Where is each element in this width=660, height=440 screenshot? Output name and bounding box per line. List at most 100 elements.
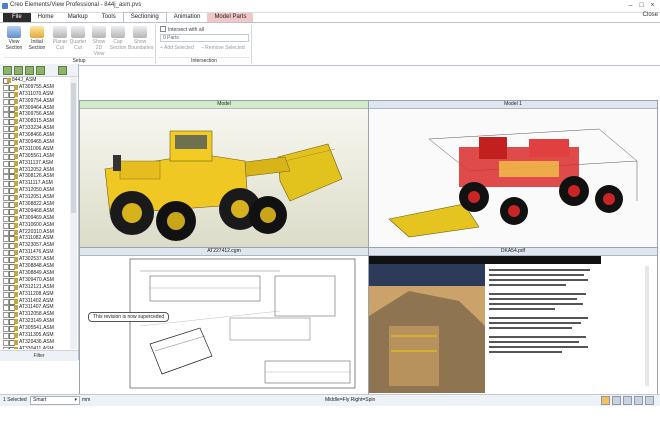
- remove-selected-label: Remove Selected: [205, 45, 245, 51]
- drawing-render[interactable]: This revision is now superceded: [80, 256, 368, 394]
- tree-item[interactable]: AT312050.ASM: [0, 187, 70, 195]
- tree-item[interactable]: AT308822.ASM: [0, 201, 70, 209]
- tree-item[interactable]: AT323149.ASM: [0, 318, 70, 326]
- collapse-icon[interactable]: [14, 66, 23, 75]
- tree-item[interactable]: AT311407.ASM: [0, 304, 70, 312]
- tree-item[interactable]: AT320436.ASM: [0, 339, 70, 346]
- tree-item[interactable]: AT220310.ASM: [0, 229, 70, 236]
- parts-field[interactable]: 0 Parts: [160, 34, 249, 42]
- viewport-model-1[interactable]: Model 1: [368, 100, 658, 248]
- fullscreen-icon[interactable]: [645, 396, 654, 405]
- tree-item[interactable]: AT311476.ASM: [0, 249, 70, 257]
- tree-root[interactable]: 844J_ASM: [0, 77, 70, 84]
- text-line: [489, 327, 572, 329]
- tree-item[interactable]: AT311070.ASM: [0, 91, 70, 98]
- tab-model-parts[interactable]: Model Parts: [207, 13, 254, 22]
- tree-item[interactable]: AT312051.ASM: [0, 194, 70, 202]
- viewport-model[interactable]: Model: [79, 100, 369, 248]
- cap-section-icon: [111, 26, 125, 38]
- tree-item-label: AT308126.ASM: [19, 173, 54, 180]
- tree-item[interactable]: AT305561.ASM: [0, 153, 70, 160]
- layout-single-icon[interactable]: [601, 396, 610, 405]
- tree-scrollbar[interactable]: [70, 77, 77, 349]
- tree-item[interactable]: AT308315.ASM: [0, 118, 70, 126]
- tab-file[interactable]: File: [3, 13, 31, 22]
- tab-tools[interactable]: Tools: [95, 13, 123, 22]
- show-2d-view-button[interactable]: Show 2D View: [90, 26, 108, 57]
- tree-item[interactable]: AT309470.ASM: [0, 277, 70, 284]
- minimize-button[interactable]: –: [625, 1, 636, 10]
- tab-markup[interactable]: Markup: [61, 13, 95, 22]
- tree-item[interactable]: AT309469.ASM: [0, 215, 70, 222]
- tree-item[interactable]: AT308849.ASM: [0, 270, 70, 277]
- document-scrollbar[interactable]: [645, 266, 649, 386]
- tree-item[interactable]: AT333234.ASM: [0, 125, 70, 133]
- planar-cut-icon: [53, 26, 67, 38]
- assembly-icon: [14, 160, 18, 166]
- tree-item[interactable]: AT311208.ASM: [0, 291, 70, 298]
- tree-item[interactable]: AT309464.ASM: [0, 105, 70, 112]
- tree-item[interactable]: AT311402.ASM: [0, 298, 70, 305]
- cap-section-button[interactable]: Cap Section: [109, 26, 127, 51]
- maximize-button[interactable]: □: [636, 1, 647, 10]
- model-tree[interactable]: 844J_ASM AT309755.ASM AT311070.ASM AT30975…: [0, 77, 70, 349]
- tree-item[interactable]: AT308466.ASM: [0, 132, 70, 140]
- assembly-icon: [14, 105, 18, 111]
- tree-item[interactable]: AT311082.ASM: [0, 235, 70, 243]
- model-render[interactable]: [80, 109, 368, 247]
- view-section-button[interactable]: View Section: [4, 26, 24, 51]
- tree-item[interactable]: AT309756.ASM: [0, 111, 70, 119]
- planar-cut-button[interactable]: Planar Cut: [52, 26, 68, 51]
- expand-icon[interactable]: [3, 66, 12, 75]
- tree-item[interactable]: AT312121.ASM: [0, 284, 70, 291]
- tree-item[interactable]: AT308126.ASM: [0, 173, 70, 181]
- tree-item[interactable]: AT330411.ASM: [0, 346, 70, 349]
- tree-item[interactable]: AT309468.ASM: [0, 208, 70, 215]
- show-boundaries-button[interactable]: Show Boundaries: [128, 26, 153, 51]
- tree-item[interactable]: AT311137.ASM: [0, 160, 70, 167]
- remove-selected-button[interactable]: – Remove Selected: [201, 45, 245, 51]
- filter-icon[interactable]: [25, 66, 34, 75]
- intersect-with-all-checkbox[interactable]: Intersect with all: [160, 26, 204, 33]
- text-line: [489, 322, 582, 324]
- tree-item[interactable]: AT305541.ASM: [0, 325, 70, 333]
- filter-label[interactable]: Filter: [0, 350, 78, 361]
- assembly-icon: [7, 78, 11, 83]
- tree-item[interactable]: AT311305.ASM: [0, 332, 70, 339]
- viewport-document[interactable]: DKA54.pdf: [368, 247, 658, 395]
- model-1-render[interactable]: [369, 109, 657, 247]
- assembly-icon: [14, 174, 18, 180]
- quarter-cut-button[interactable]: Quarter Cut: [69, 26, 87, 51]
- scrollbar-thumb[interactable]: [71, 83, 76, 213]
- tree-item[interactable]: AT312058.ASM: [0, 311, 70, 319]
- find-icon[interactable]: [36, 66, 45, 75]
- add-selected-button[interactable]: + Add Selected: [160, 45, 194, 51]
- tab-home[interactable]: Home: [31, 13, 61, 22]
- tree-item[interactable]: AT323057.ASM: [0, 242, 70, 250]
- document-render[interactable]: [369, 256, 657, 394]
- layout-split-icon[interactable]: [612, 396, 621, 405]
- close-window-button[interactable]: ×: [647, 1, 658, 10]
- layout-quad-icon[interactable]: [623, 396, 632, 405]
- tree-item[interactable]: AT308848.ASM: [0, 263, 70, 271]
- layout-grid-icon[interactable]: [634, 396, 643, 405]
- tree-item[interactable]: AT311006.ASM: [0, 146, 70, 153]
- tree-item[interactable]: AT311117.ASM: [0, 180, 70, 188]
- exploded-model-image: [388, 128, 638, 238]
- selection-mode-dropdown[interactable]: Smart: [30, 396, 80, 405]
- assembly-icon: [14, 181, 18, 187]
- initial-section-button[interactable]: Initial Section: [26, 26, 48, 51]
- tab-sectioning[interactable]: Sectioning: [122, 12, 167, 22]
- tree-item[interactable]: AT309465.ASM: [0, 139, 70, 147]
- tree-item[interactable]: AT309755.ASM: [0, 84, 70, 91]
- tree-item[interactable]: AT310600.ASM: [0, 222, 70, 229]
- tab-animation[interactable]: Animation: [167, 13, 208, 22]
- tree-item[interactable]: AT312052.ASM: [0, 167, 70, 174]
- tree-item[interactable]: AT309754.ASM: [0, 98, 70, 105]
- tree-item[interactable]: AT302537.ASM: [0, 256, 70, 264]
- text-line: [489, 341, 580, 343]
- viewport-drawing[interactable]: AT227412.cgm This revision is now superc…: [79, 247, 369, 395]
- settings-icon[interactable]: [58, 66, 67, 75]
- show-2d-view-label: Show 2D View: [92, 39, 106, 57]
- assembly-icon: [14, 91, 18, 97]
